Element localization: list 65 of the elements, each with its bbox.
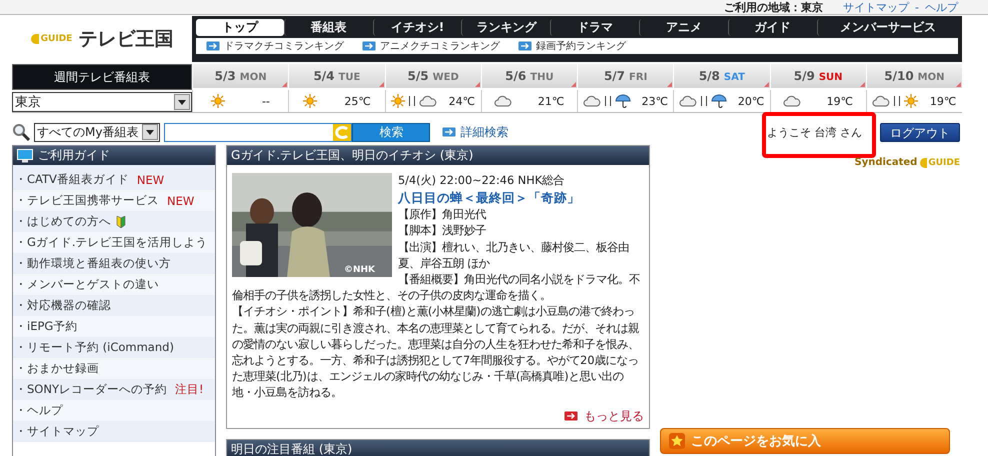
scope-select[interactable]: すべてのMy番組表 [34,122,160,142]
day-header[interactable]: 5/8 SAT [673,64,770,88]
nav-tab[interactable]: メンバーサービス [816,19,958,36]
panel-title: ご利用ガイド [38,147,110,164]
temperature: 24℃ [448,94,476,108]
header-link[interactable]: サイトマップ [843,0,910,14]
program-detail: 【脚本】浅野妙子 [398,223,487,240]
nav-tab[interactable]: アニメ [638,19,728,36]
nav-tab[interactable]: ドラマ [550,19,639,36]
temperature: 19℃ [930,94,956,108]
temperature: 20℃ [738,94,764,108]
region-select[interactable]: 東京 [12,92,192,112]
more-link[interactable]: もっと見る [564,408,644,424]
ranking-link[interactable]: ドラマクチコミランキング [206,39,344,53]
nav-tab[interactable]: ガイド [728,19,817,36]
day-header[interactable]: 5/3 MON [192,64,288,88]
day-header[interactable]: 5/6 THU [480,64,577,88]
guide-link[interactable]: ・ヘルプ [13,400,215,421]
temperature: 23℃ [642,94,668,108]
day-header[interactable]: 5/7 FRI [577,64,674,88]
temperature: -- [262,94,270,108]
advanced-search-link[interactable]: 詳細検索 [442,124,508,140]
airtime: 5/4(火) 22:00~22:46 NHK総合 [397,173,566,189]
guide-link[interactable]: ・おまかせ録画 [13,358,215,379]
guide-link[interactable]: ・Gガイド.テレビ王国を活用しよう [13,232,215,253]
day-header[interactable]: 5/9 SUN [770,64,866,88]
syndicated-label: Syndicated [854,157,918,169]
guide-link[interactable]: ・はじめての方へ [13,211,215,232]
day-header[interactable]: 5/10 MON [866,64,962,88]
ranking-link[interactable]: アニメクチコミランキング [362,39,500,53]
panel-title: Gガイド.テレビ王国、明日のイチオシ (東京) [231,147,474,164]
logo-mark: GUIDE [30,34,72,44]
program-detail: 【原作】角田光代 [398,207,488,224]
ranking-link[interactable]: 録画予約ランキング [518,39,626,53]
guide-link[interactable]: ・対応機器の確認 [13,295,215,316]
guide-link[interactable]: ・テレビ王国携帯サービス NEW [13,190,215,211]
logout-button[interactable]: ログアウト [880,122,960,142]
logo-title: テレビ王国 [78,27,174,52]
guide-link[interactable]: ・サイトマップ [13,421,215,442]
search-button[interactable]: 検索 [352,122,430,142]
program-detail: 【出演】檀れい、北乃きい、藤村俊二、板谷由夏、岸谷五朗 ほか [398,240,630,272]
nav-tab[interactable]: イチオシ! [372,19,462,36]
welcome-text: ようこそ 台湾 さん [767,124,862,140]
region-label: ご利用の地域：東京 [724,0,824,14]
panel-title: 明日の注目番組 (東京) [231,440,352,456]
nav-tab[interactable]: トップ [196,19,284,36]
temperature: 19℃ [826,94,854,108]
guide-link[interactable]: ・メンバーとゲストの違い [13,274,215,295]
nav-tab[interactable]: ランキング [461,19,550,36]
day-header[interactable]: 5/4 TUE [288,64,384,88]
header-link[interactable]: ヘルプ [925,0,958,14]
program-detail: 【イチオシ・ポイント】希和子(檀)と薫(小林星蘭)の逃亡劇は小豆島の港で終わった。薫は実の両親に引き渡され、本名の恵理菜として育てられる。だが、それは親の愛情のない寂しい暮らしだった。恵理菜は自分の人生を狂わせた希和子を恨み、忘れようとする。一方、希和子は誘拐犯として7年間服役する。やがて20歳になった恵理菜(北乃)は、エンジェルの家時代の幼なじみ・千草(高橋真唯)と思い出の地・小豆島を訪ねる。 [232,304,640,402]
nav-tab[interactable]: 番組表 [284,19,373,36]
guide-link[interactable]: ・リモート予約 (iCommand) [13,337,215,358]
guide-link[interactable]: ・iEPG予約 [13,316,215,337]
guide-logo: GUIDE [920,158,960,168]
guide-link[interactable]: ・SONYレコーダーへの予約 注目! [13,379,215,400]
temperature: 21℃ [538,94,564,108]
weekly-guide-title: 週間テレビ番組表 [12,64,192,90]
link-separator: - [915,0,919,14]
day-header[interactable]: 5/5 WED [384,64,481,88]
temperature: 25℃ [344,94,371,108]
guide-link[interactable]: ・CATV番組表ガイド NEW [13,169,215,190]
program-title[interactable]: 八日目の蝉＜最終回＞「奇跡」 [232,189,644,208]
guide-link[interactable]: ・動作環境と番組表の使い方 [13,253,215,274]
